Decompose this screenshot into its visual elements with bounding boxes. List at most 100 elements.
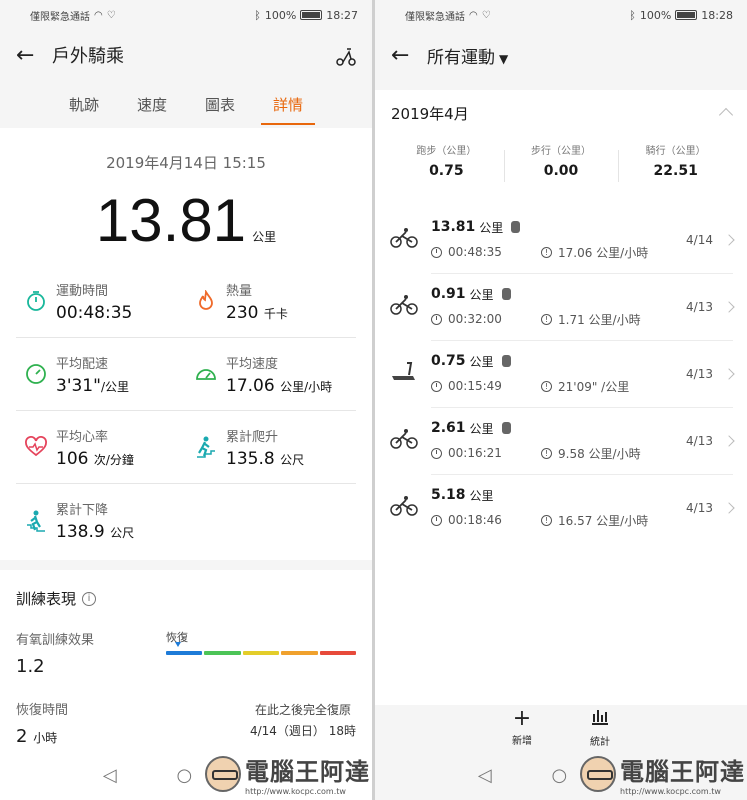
watch-icon — [501, 288, 511, 300]
clock: 18:27 — [326, 8, 358, 22]
month-label: 2019年4月 — [391, 104, 469, 123]
battery-icon — [300, 10, 323, 20]
summary-card: 2019年4月14日 15:15 13.81 公里 運動時間 00:48:35 熱… — [0, 128, 372, 560]
total-walking: 步行（公里） 0.00 — [503, 142, 619, 192]
tab-bar: 軌跡 速度 圖表 詳情 — [0, 80, 372, 128]
speed-icon: ! — [541, 246, 552, 258]
item-unit: 公里 — [469, 287, 494, 302]
metric-label: 平均速度 — [226, 356, 279, 372]
flame-icon — [199, 290, 213, 310]
climb-down-icon — [27, 510, 45, 532]
collapse-chevron-icon[interactable] — [718, 107, 734, 123]
metric-unit: 次/分鐘 — [93, 452, 134, 467]
heart-rate-icon — [25, 436, 47, 457]
aerobic-effect: 有氧訓練效果 1.2 恢復 — [16, 629, 357, 677]
item-distance: 2.61 — [431, 420, 466, 436]
metric-unit: 公里/小時 — [280, 379, 333, 394]
item-duration: 00:18:46 — [448, 513, 502, 527]
tab-speed[interactable]: 速度 — [133, 88, 171, 121]
stopwatch-icon — [431, 447, 442, 459]
metric-calories: 熱量 230 千卡 — [186, 280, 356, 323]
item-unit: 公里 — [479, 220, 504, 235]
heart-status-icon: ♡ — [106, 9, 116, 21]
list-item[interactable]: 2.61 公里 00:16:21! 9.58 公里/小時 4/13 — [375, 407, 747, 474]
metric-label: 累計下降 — [56, 503, 109, 518]
tab-track[interactable]: 軌跡 — [65, 88, 103, 121]
stats-button[interactable]: 統計 — [590, 706, 610, 750]
stopwatch-icon — [431, 313, 442, 325]
distance-unit: 公里 — [252, 230, 277, 244]
carrier-text: 僅限緊急通話 — [405, 11, 465, 23]
chevron-right-icon — [723, 367, 735, 380]
back-arrow-icon[interactable]: ← — [391, 43, 427, 68]
recovery-unit: 小時 — [33, 731, 58, 745]
nav-back-icon[interactable]: ◁ — [478, 765, 492, 786]
item-unit: 公里 — [469, 354, 494, 369]
watermark-url: http://www.kocpc.com.tw — [620, 787, 721, 796]
item-distance: 0.91 — [431, 286, 466, 302]
bottom-action-bar: + 新增 統計 — [375, 706, 747, 750]
bike-icon — [390, 495, 418, 516]
stopwatch-icon — [27, 291, 45, 311]
aerobic-scale: 恢復 — [166, 629, 357, 677]
nav-home-icon[interactable]: ○ — [177, 765, 193, 786]
tab-details[interactable]: 詳情 — [261, 88, 316, 125]
metric-value: 106 — [56, 448, 89, 469]
tab-charts[interactable]: 圖表 — [201, 88, 239, 121]
watermark-name: 電腦王阿達 — [620, 758, 745, 786]
metric-value: 138.9 — [56, 522, 105, 542]
scale-segment — [242, 651, 280, 655]
nav-home-icon[interactable]: ○ — [552, 765, 568, 786]
bluetooth-icon: ᛒ — [254, 8, 261, 22]
list-item[interactable]: 0.75 公里 00:15:49! 21'09" /公里 4/13 — [375, 340, 747, 407]
recovery-label: 恢復時間 — [16, 703, 69, 718]
speedometer-icon — [196, 369, 216, 380]
item-unit: 公里 — [469, 488, 494, 503]
item-pace: 21'09" /公里 — [558, 379, 630, 394]
add-button[interactable]: + 新增 — [512, 706, 532, 750]
bike-icon — [390, 428, 418, 449]
scale-segment — [166, 651, 203, 655]
mascot-logo-icon — [580, 756, 616, 792]
activity-detail-screen: 僅限緊急通話 ◠ ♡ ᛒ 100% 18:27 ← 戶外騎乘 軌跡 速度 圖表 詳情 2… — [0, 0, 372, 800]
list-item[interactable]: 13.81 公里 00:48:35! 17.06 公里/小時 4/14 — [375, 206, 747, 273]
full-recovery-date: 4/14（週日） 18時 — [249, 724, 356, 738]
clock: 18:28 — [701, 8, 733, 22]
heart-status-icon: ♡ — [481, 9, 491, 21]
list-item[interactable]: 0.91 公里 00:32:00! 1.71 公里/小時 4/13 — [375, 273, 747, 340]
item-duration: 00:32:00 — [448, 312, 502, 326]
metrics-row: 累計下降 138.9 公尺 — [16, 484, 356, 557]
total-running: 跑步（公里） 0.75 — [389, 142, 504, 192]
stopwatch-icon — [431, 380, 442, 392]
watch-icon — [501, 422, 511, 434]
metric-value: 3'31" — [56, 375, 101, 396]
scale-label: 恢復 — [166, 631, 188, 644]
aerobic-label: 有氧訓練效果 — [16, 633, 95, 648]
route-share-icon[interactable] — [334, 44, 358, 68]
app-bar: ← 戶外騎乘 — [0, 30, 372, 80]
stopwatch-icon — [431, 246, 442, 258]
chevron-right-icon — [723, 501, 735, 514]
metric-unit: 公尺 — [280, 452, 305, 467]
chevron-right-icon — [723, 233, 735, 246]
watermark: 電腦王阿達 http://www.kocpc.com.tw — [580, 752, 745, 796]
metric-speed: 平均速度 17.06 公里/小時 — [186, 353, 356, 396]
metric-unit: 公尺 — [110, 526, 135, 540]
all-activities-screen: 僅限緊急通話 ◠ ♡ ᛒ 100% 18:28 ← 所有運動 ▼ 2019年4月 跑步（公… — [375, 0, 747, 800]
list-item[interactable]: 5.18 公里 00:18:46! 16.57 公里/小時 4/13 — [375, 474, 747, 541]
battery-percent: 100% — [264, 8, 297, 22]
metric-label: 平均配速 — [56, 356, 109, 372]
item-date: 4/13 — [686, 299, 713, 314]
bike-icon — [390, 294, 418, 315]
total-label: 騎行（公里） — [645, 146, 706, 157]
activity-filter-dropdown[interactable]: 所有運動 ▼ — [427, 43, 508, 68]
back-arrow-icon[interactable]: ← — [16, 43, 52, 68]
info-icon[interactable]: i — [82, 591, 97, 606]
metrics-row: 運動時間 00:48:35 熱量 230 千卡 — [16, 265, 356, 338]
scale-marker — [175, 642, 181, 647]
page-title: 戶外騎乘 — [52, 46, 124, 67]
nav-back-icon[interactable]: ◁ — [103, 765, 117, 786]
wifi-icon: ◠ — [469, 9, 478, 21]
metric-label: 累計爬升 — [226, 429, 279, 445]
month-header[interactable]: 2019年4月 — [375, 90, 747, 136]
